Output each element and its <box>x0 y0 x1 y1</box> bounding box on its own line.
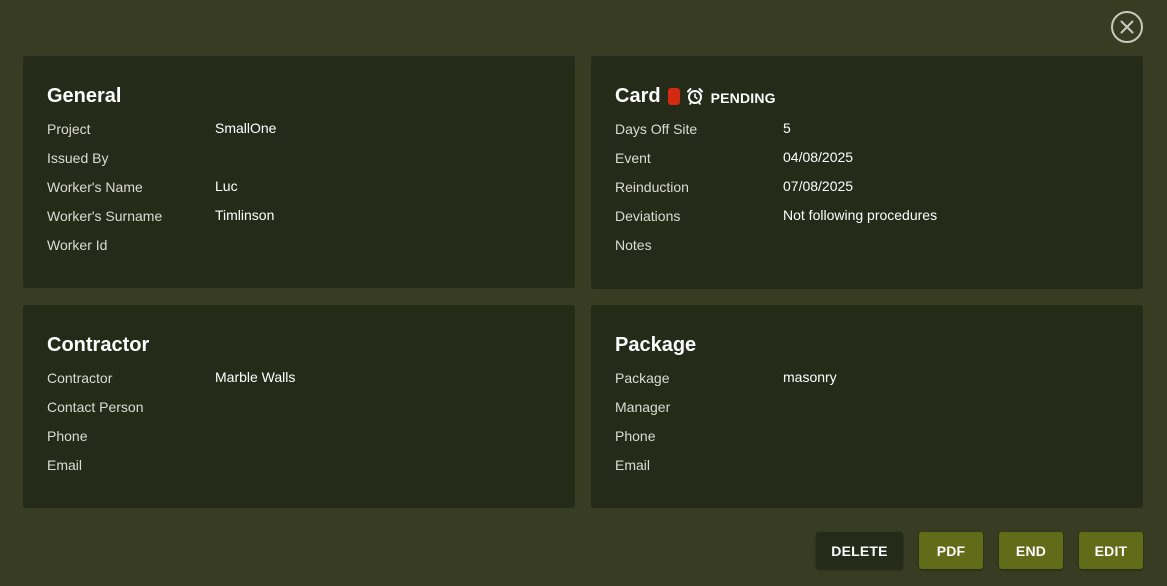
field-label: Reinduction <box>615 178 689 195</box>
field-label: Project <box>47 120 91 137</box>
end-button[interactable]: END <box>999 532 1063 569</box>
field-row-notes: Notes <box>615 230 1119 259</box>
field-row-worker-surname: Worker's Surname Timlinson <box>47 201 551 230</box>
field-row-contact-person: Contact Person <box>47 392 551 421</box>
field-value: 04/08/2025 <box>783 148 854 165</box>
field-label: Worker's Surname <box>47 207 163 224</box>
contractor-title: Contractor <box>47 334 150 356</box>
field-row-manager: Manager <box>615 392 1119 421</box>
general-title: General <box>47 85 122 107</box>
field-row-worker-id: Worker Id <box>47 230 551 259</box>
card-panel: Card PENDING Days Off Site 5 Event 04/08… <box>591 56 1143 289</box>
field-label: Deviations <box>615 207 681 224</box>
field-label: Issued By <box>47 149 109 166</box>
field-row-contractor: Contractor Marble Walls <box>47 363 551 392</box>
field-row-email: Email <box>615 450 1119 479</box>
field-label: Event <box>615 149 651 166</box>
field-value: SmallOne <box>215 119 277 136</box>
field-label: Contractor <box>47 369 113 386</box>
field-label: Notes <box>615 236 652 253</box>
pdf-button[interactable]: PDF <box>919 532 983 569</box>
field-value: masonry <box>783 368 837 385</box>
card-header: Card PENDING <box>615 84 1119 108</box>
field-value: Luc <box>215 177 238 194</box>
field-label: Email <box>615 456 651 473</box>
field-label: Contact Person <box>47 398 144 415</box>
field-value: Not following procedures <box>783 206 938 223</box>
edit-button[interactable]: EDIT <box>1079 532 1143 569</box>
package-panel: Package Package masonry Manager Phone Em… <box>591 305 1143 508</box>
red-card-chip <box>667 87 680 105</box>
field-label: Days Off Site <box>615 120 698 137</box>
field-row-days-off-site: Days Off Site 5 <box>615 114 1119 143</box>
close-icon <box>1120 20 1134 34</box>
general-panel: General Project SmallOne Issued By Worke… <box>23 56 575 288</box>
field-label: Email <box>47 456 83 473</box>
contractor-panel: Contractor Contractor Marble Walls Conta… <box>23 305 575 508</box>
field-row-phone: Phone <box>47 421 551 450</box>
alarm-clock-icon <box>686 88 703 105</box>
field-row-reinduction: Reinduction 07/08/2025 <box>615 172 1119 201</box>
field-row-issued-by: Issued By <box>47 143 551 172</box>
field-label: Worker Id <box>47 236 108 253</box>
delete-button[interactable]: DELETE <box>816 532 903 569</box>
field-value: 5 <box>783 119 791 136</box>
package-title: Package <box>615 334 697 356</box>
field-value: 07/08/2025 <box>783 177 854 194</box>
field-row-worker-name: Worker's Name Luc <box>47 172 551 201</box>
field-row-phone: Phone <box>615 421 1119 450</box>
field-row-email: Email <box>47 450 551 479</box>
field-label: Package <box>615 369 670 386</box>
field-row-project: Project SmallOne <box>47 114 551 143</box>
field-value: Timlinson <box>215 206 275 223</box>
card-title: Card <box>615 85 661 107</box>
close-button[interactable] <box>1111 11 1143 43</box>
field-label: Worker's Name <box>47 178 143 195</box>
field-value: Marble Walls <box>215 368 296 385</box>
field-row-package: Package masonry <box>615 363 1119 392</box>
field-label: Phone <box>47 427 88 444</box>
card-status: PENDING <box>710 90 776 106</box>
field-row-deviations: Deviations Not following procedures <box>615 201 1119 230</box>
field-label: Manager <box>615 398 671 415</box>
field-label: Phone <box>615 427 656 444</box>
field-row-event: Event 04/08/2025 <box>615 143 1119 172</box>
